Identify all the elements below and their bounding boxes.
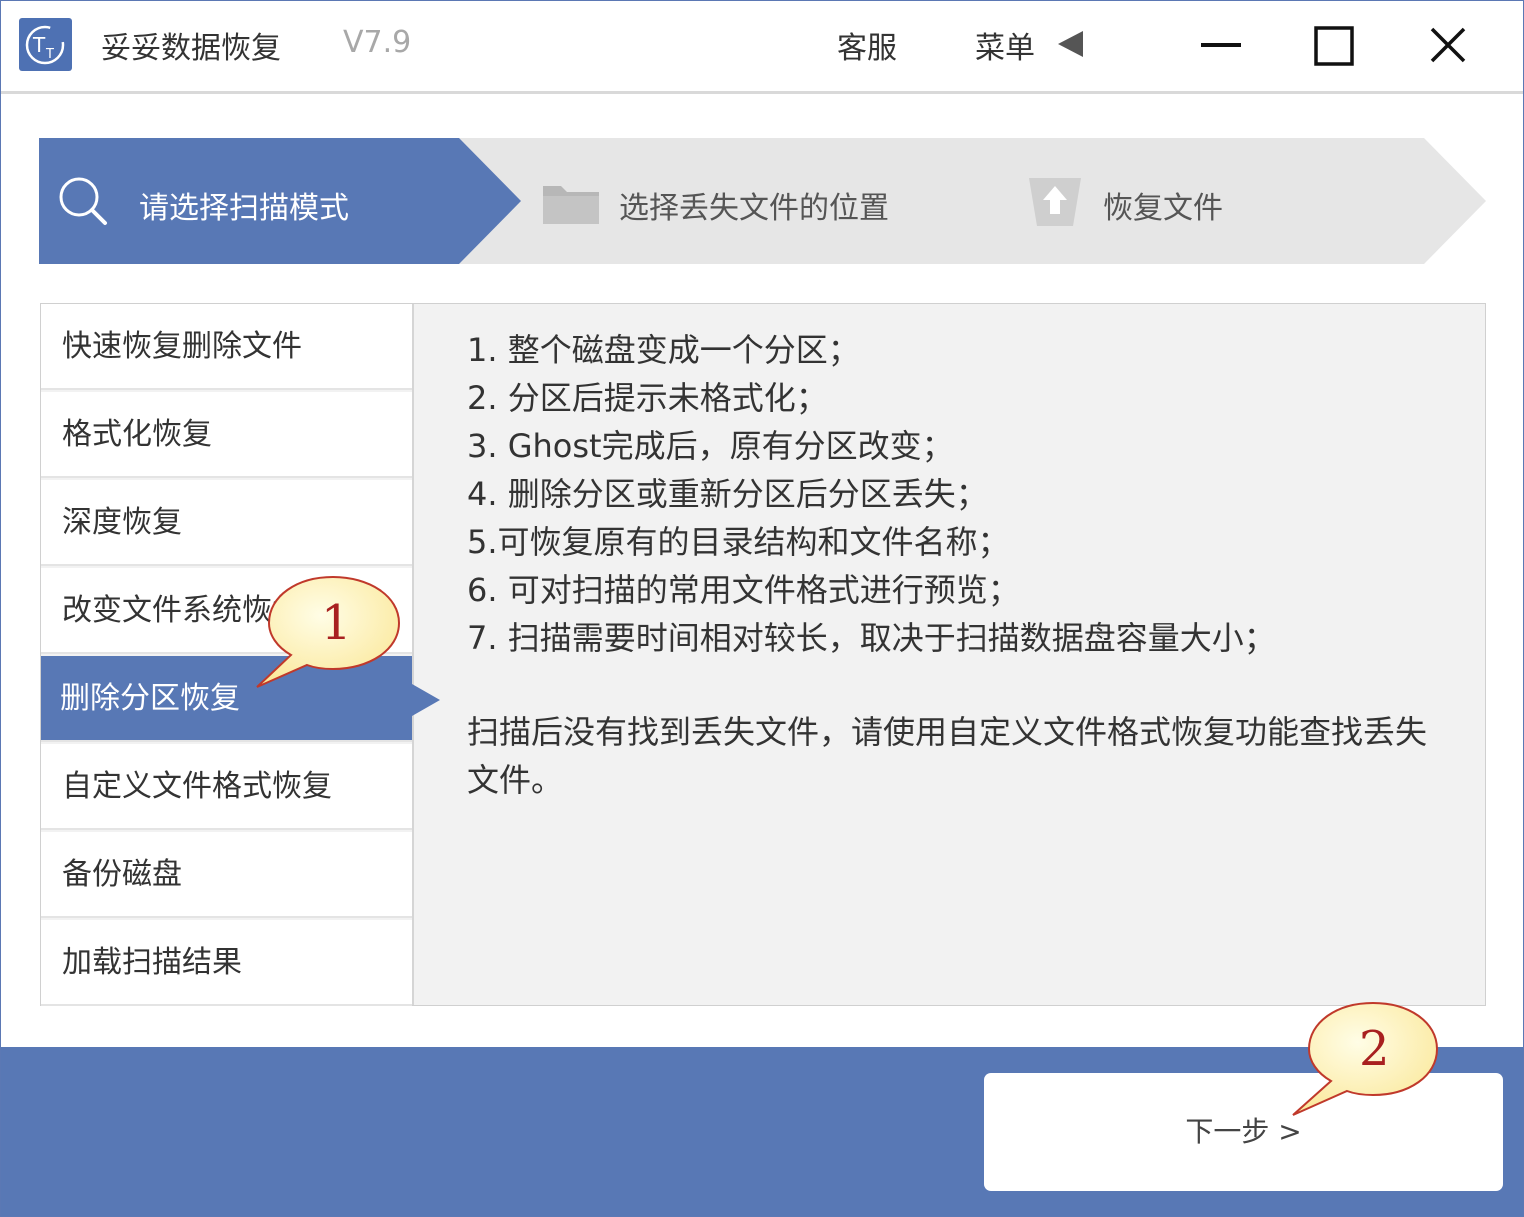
mode-format-recover[interactable]: 格式化恢复 (41, 392, 412, 478)
app-logo-icon: T T (19, 18, 72, 71)
close-button[interactable] (1423, 21, 1473, 71)
customer-service-link[interactable]: 客服 (837, 23, 897, 67)
title-bar: T T 妥妥数据恢复 V7.9 客服 菜单 (1, 1, 1523, 91)
minimize-button[interactable] (1196, 21, 1246, 71)
close-icon (1430, 27, 1466, 63)
upload-icon (1029, 178, 1081, 226)
description-line: 7. 扫描需要时间相对较长，取决于扫描数据盘容量大小； (467, 619, 1276, 657)
mode-description: 1. 整个磁盘变成一个分区； 2. 分区后提示未格式化； 3. Ghost完成后… (467, 326, 1467, 804)
callout-number: 2 (1359, 1021, 1390, 1077)
app-title: 妥妥数据恢复 (101, 31, 281, 66)
svg-text:T: T (45, 47, 54, 62)
callout-marker-2: 2 (1289, 997, 1449, 1131)
description-line: 1. 整个磁盘变成一个分区； (467, 331, 860, 369)
mode-load-scan-results[interactable]: 加载扫描结果 (41, 920, 412, 1006)
app-version: V7.9 (343, 25, 412, 60)
folder-icon (543, 186, 599, 224)
minimize-icon (1201, 43, 1241, 47)
step-scan-mode: 请选择扫描模式 (139, 191, 349, 226)
maximize-icon (1314, 26, 1354, 66)
description-line: 5.可恢复原有的目录结构和文件名称； (467, 523, 1010, 561)
description-line: 2. 分区后提示未格式化； (467, 379, 828, 417)
step-select-location: 选择丢失文件的位置 (619, 191, 889, 226)
app-window: T T 妥妥数据恢复 V7.9 客服 菜单 请选择扫描模式 选择丢失文件的位置 … (0, 0, 1524, 1217)
menu-button[interactable]: 菜单 (975, 23, 1035, 67)
mode-backup-disk[interactable]: 备份磁盘 (41, 832, 412, 918)
maximize-button[interactable] (1309, 21, 1359, 71)
description-note: 扫描后没有找到丢失文件，请使用自定义文件格式恢复功能查找丢失文件。 (467, 713, 1428, 799)
description-line: 3. Ghost完成后，原有分区改变； (467, 427, 954, 465)
title-divider (1, 91, 1523, 94)
selected-pointer-icon (412, 684, 440, 716)
description-line: 6. 可对扫描的常用文件格式进行预览； (467, 571, 1020, 609)
description-line: 4. 删除分区或重新分区后分区丢失； (467, 475, 988, 513)
mode-custom-format-recover[interactable]: 自定义文件格式恢复 (41, 744, 412, 830)
callout-marker-1: 1 (251, 571, 411, 705)
step-recover-files: 恢复文件 (1103, 191, 1223, 226)
mode-quick-recover[interactable]: 快速恢复删除文件 (41, 304, 412, 390)
menu-arrow-icon[interactable] (1055, 29, 1085, 59)
callout-number: 1 (321, 595, 352, 651)
mode-deep-recover[interactable]: 深度恢复 (41, 480, 412, 566)
search-icon (59, 177, 107, 225)
svg-text:T: T (32, 33, 46, 57)
step-bar: 请选择扫描模式 选择丢失文件的位置 恢复文件 (39, 138, 1489, 264)
